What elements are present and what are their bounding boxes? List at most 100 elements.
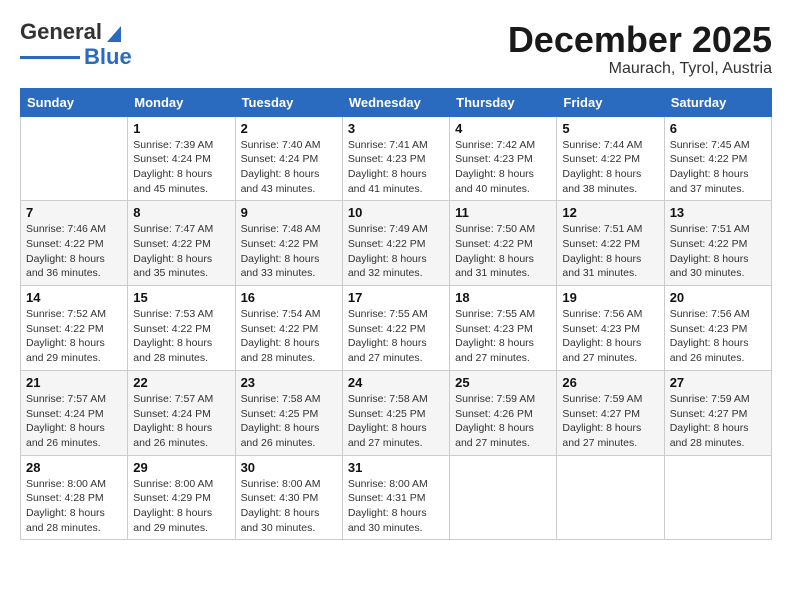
day-number: 28 — [26, 460, 122, 475]
day-info: Sunrise: 8:00 AM Sunset: 4:28 PM Dayligh… — [26, 477, 122, 536]
header-wednesday: Wednesday — [342, 88, 449, 116]
day-number: 29 — [133, 460, 229, 475]
day-info: Sunrise: 7:40 AM Sunset: 4:24 PM Dayligh… — [241, 138, 337, 197]
calendar-cell: 3 Sunrise: 7:41 AM Sunset: 4:23 PM Daylig… — [342, 116, 449, 201]
title-block: December 2025 Maurach, Tyrol, Austria — [508, 20, 772, 78]
day-info: Sunrise: 7:55 AM Sunset: 4:22 PM Dayligh… — [348, 307, 444, 366]
day-number: 6 — [670, 121, 766, 136]
header-saturday: Saturday — [664, 88, 771, 116]
day-number: 22 — [133, 375, 229, 390]
calendar-cell: 30 Sunrise: 8:00 AM Sunset: 4:30 PM Dayli… — [235, 455, 342, 540]
calendar-cell: 14 Sunrise: 7:52 AM Sunset: 4:22 PM Dayli… — [21, 286, 128, 371]
day-info: Sunrise: 7:44 AM Sunset: 4:22 PM Dayligh… — [562, 138, 658, 197]
day-number: 17 — [348, 290, 444, 305]
day-info: Sunrise: 7:45 AM Sunset: 4:22 PM Dayligh… — [670, 138, 766, 197]
day-number: 26 — [562, 375, 658, 390]
week-row-2: 7 Sunrise: 7:46 AM Sunset: 4:22 PM Daylig… — [21, 201, 772, 286]
week-row-4: 21 Sunrise: 7:57 AM Sunset: 4:24 PM Dayli… — [21, 370, 772, 455]
day-number: 7 — [26, 205, 122, 220]
calendar-cell: 17 Sunrise: 7:55 AM Sunset: 4:22 PM Dayli… — [342, 286, 449, 371]
day-info: Sunrise: 7:57 AM Sunset: 4:24 PM Dayligh… — [26, 392, 122, 451]
logo-triangle-icon — [103, 20, 123, 44]
day-info: Sunrise: 7:55 AM Sunset: 4:23 PM Dayligh… — [455, 307, 551, 366]
calendar-cell: 25 Sunrise: 7:59 AM Sunset: 4:26 PM Dayli… — [450, 370, 557, 455]
day-info: Sunrise: 7:59 AM Sunset: 4:27 PM Dayligh… — [562, 392, 658, 451]
day-number: 13 — [670, 205, 766, 220]
logo-general: General — [20, 21, 102, 43]
day-number: 30 — [241, 460, 337, 475]
calendar-cell: 5 Sunrise: 7:44 AM Sunset: 4:22 PM Daylig… — [557, 116, 664, 201]
day-number: 5 — [562, 121, 658, 136]
day-info: Sunrise: 7:39 AM Sunset: 4:24 PM Dayligh… — [133, 138, 229, 197]
calendar-header-row: Sunday Monday Tuesday Wednesday Thursday… — [21, 88, 772, 116]
week-row-5: 28 Sunrise: 8:00 AM Sunset: 4:28 PM Dayli… — [21, 455, 772, 540]
week-row-1: 1 Sunrise: 7:39 AM Sunset: 4:24 PM Daylig… — [21, 116, 772, 201]
day-number: 15 — [133, 290, 229, 305]
calendar-cell — [664, 455, 771, 540]
calendar-cell: 24 Sunrise: 7:58 AM Sunset: 4:25 PM Dayli… — [342, 370, 449, 455]
day-info: Sunrise: 7:59 AM Sunset: 4:27 PM Dayligh… — [670, 392, 766, 451]
day-number: 24 — [348, 375, 444, 390]
calendar-cell — [450, 455, 557, 540]
day-number: 2 — [241, 121, 337, 136]
calendar-cell: 27Sunrise: 7:59 AM Sunset: 4:27 PM Dayli… — [664, 370, 771, 455]
day-number: 1 — [133, 121, 229, 136]
calendar-cell: 16 Sunrise: 7:54 AM Sunset: 4:22 PM Dayli… — [235, 286, 342, 371]
calendar-cell: 19 Sunrise: 7:56 AM Sunset: 4:23 PM Dayli… — [557, 286, 664, 371]
day-info: Sunrise: 7:50 AM Sunset: 4:22 PM Dayligh… — [455, 222, 551, 281]
day-info: Sunrise: 7:41 AM Sunset: 4:23 PM Dayligh… — [348, 138, 444, 197]
calendar-cell: 1 Sunrise: 7:39 AM Sunset: 4:24 PM Daylig… — [128, 116, 235, 201]
day-number: 12 — [562, 205, 658, 220]
day-info: Sunrise: 7:53 AM Sunset: 4:22 PM Dayligh… — [133, 307, 229, 366]
header-friday: Friday — [557, 88, 664, 116]
day-number: 19 — [562, 290, 658, 305]
calendar-table: Sunday Monday Tuesday Wednesday Thursday… — [20, 88, 772, 541]
day-info: Sunrise: 7:58 AM Sunset: 4:25 PM Dayligh… — [241, 392, 337, 451]
day-number: 23 — [241, 375, 337, 390]
day-number: 3 — [348, 121, 444, 136]
calendar-cell: 28 Sunrise: 8:00 AM Sunset: 4:28 PM Dayli… — [21, 455, 128, 540]
calendar-cell: 4 Sunrise: 7:42 AM Sunset: 4:23 PM Daylig… — [450, 116, 557, 201]
calendar-cell: 23 Sunrise: 7:58 AM Sunset: 4:25 PM Dayli… — [235, 370, 342, 455]
calendar-cell: 29 Sunrise: 8:00 AM Sunset: 4:29 PM Dayli… — [128, 455, 235, 540]
calendar-cell — [557, 455, 664, 540]
header-sunday: Sunday — [21, 88, 128, 116]
page-title: December 2025 — [508, 20, 772, 60]
day-info: Sunrise: 7:46 AM Sunset: 4:22 PM Dayligh… — [26, 222, 122, 281]
day-info: Sunrise: 7:58 AM Sunset: 4:25 PM Dayligh… — [348, 392, 444, 451]
calendar-cell: 7 Sunrise: 7:46 AM Sunset: 4:22 PM Daylig… — [21, 201, 128, 286]
calendar-cell: 31Sunrise: 8:00 AM Sunset: 4:31 PM Dayli… — [342, 455, 449, 540]
day-info: Sunrise: 7:42 AM Sunset: 4:23 PM Dayligh… — [455, 138, 551, 197]
calendar-cell: 20 Sunrise: 7:56 AM Sunset: 4:23 PM Dayli… — [664, 286, 771, 371]
day-number: 25 — [455, 375, 551, 390]
calendar-cell: 11Sunrise: 7:50 AM Sunset: 4:22 PM Dayli… — [450, 201, 557, 286]
day-info: Sunrise: 8:00 AM Sunset: 4:29 PM Dayligh… — [133, 477, 229, 536]
day-info: Sunrise: 8:00 AM Sunset: 4:31 PM Dayligh… — [348, 477, 444, 536]
header-monday: Monday — [128, 88, 235, 116]
calendar-cell: 10Sunrise: 7:49 AM Sunset: 4:22 PM Dayli… — [342, 201, 449, 286]
calendar-cell: 12Sunrise: 7:51 AM Sunset: 4:22 PM Dayli… — [557, 201, 664, 286]
day-info: Sunrise: 7:48 AM Sunset: 4:22 PM Dayligh… — [241, 222, 337, 281]
day-info: Sunrise: 7:47 AM Sunset: 4:22 PM Dayligh… — [133, 222, 229, 281]
calendar-cell — [21, 116, 128, 201]
day-number: 10 — [348, 205, 444, 220]
logo: General Blue — [20, 20, 132, 70]
day-number: 4 — [455, 121, 551, 136]
calendar-cell: 18Sunrise: 7:55 AM Sunset: 4:23 PM Dayli… — [450, 286, 557, 371]
day-number: 14 — [26, 290, 122, 305]
logo-underline — [20, 56, 80, 59]
logo-blue: Blue — [84, 44, 132, 70]
header-tuesday: Tuesday — [235, 88, 342, 116]
day-number: 16 — [241, 290, 337, 305]
day-info: Sunrise: 8:00 AM Sunset: 4:30 PM Dayligh… — [241, 477, 337, 536]
day-info: Sunrise: 7:54 AM Sunset: 4:22 PM Dayligh… — [241, 307, 337, 366]
calendar-cell: 21 Sunrise: 7:57 AM Sunset: 4:24 PM Dayli… — [21, 370, 128, 455]
day-info: Sunrise: 7:56 AM Sunset: 4:23 PM Dayligh… — [670, 307, 766, 366]
day-number: 20 — [670, 290, 766, 305]
day-number: 21 — [26, 375, 122, 390]
day-info: Sunrise: 7:59 AM Sunset: 4:26 PM Dayligh… — [455, 392, 551, 451]
day-info: Sunrise: 7:56 AM Sunset: 4:23 PM Dayligh… — [562, 307, 658, 366]
day-info: Sunrise: 7:57 AM Sunset: 4:24 PM Dayligh… — [133, 392, 229, 451]
calendar-cell: 15 Sunrise: 7:53 AM Sunset: 4:22 PM Dayli… — [128, 286, 235, 371]
day-info: Sunrise: 7:52 AM Sunset: 4:22 PM Dayligh… — [26, 307, 122, 366]
